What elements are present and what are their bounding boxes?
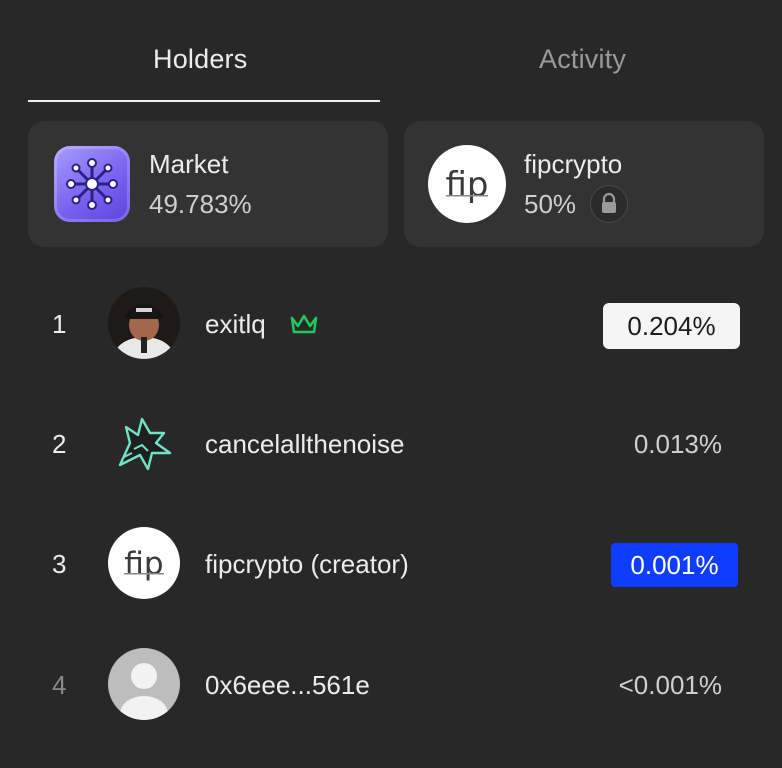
market-logo-icon [54,146,130,222]
holder-row[interactable]: 2 cancelallthenoise 0.013% [0,403,782,483]
crown-icon [289,312,319,341]
active-tab-indicator [28,100,380,102]
fipcrypto-logo-icon: fip [428,145,506,223]
creator-label: fipcrypto [524,149,623,179]
holder-rank: 2 [52,429,67,459]
market-percent: 49.783% [149,189,252,219]
holder-percent: <0.001% [618,670,722,700]
holder-rank: 4 [52,670,67,700]
avatar[interactable]: fip [108,527,180,599]
holder-rank: 1 [52,309,67,339]
avatar[interactable] [108,287,180,359]
holder-name[interactable]: 0x6eee...561e [205,670,370,701]
tab-bar: Holders Activity [0,0,782,104]
holder-rank: 3 [52,549,67,579]
market-summary-card: Market 49.783% [28,121,388,247]
lock-icon [590,185,628,223]
creator-summary-card[interactable]: fip fipcrypto 50% [404,121,764,247]
holder-percent: 0.013% [633,429,722,459]
holder-row[interactable]: 3 fip fipcrypto (creator) 0.001% [0,523,782,603]
avatar[interactable] [108,648,180,720]
holder-row[interactable]: 1 exitlq 0.204% [0,283,782,363]
svg-text:fip: fip [124,546,163,582]
avatar[interactable] [108,407,180,479]
holder-name[interactable]: exitlq [205,309,266,340]
creator-percent: 50% [524,189,577,219]
holder-name[interactable]: cancelallthenoise [205,429,404,460]
svg-text:fip: fip [446,165,489,205]
holder-percent: 0.204% [603,303,740,349]
tab-holders[interactable]: Holders [153,44,247,75]
holder-row[interactable]: 4 0x6eee...561e <0.001% [0,644,782,724]
market-label: Market [149,149,229,179]
holder-name[interactable]: fipcrypto (creator) [205,549,409,580]
tab-activity[interactable]: Activity [539,44,626,75]
holder-percent: 0.001% [611,543,738,587]
